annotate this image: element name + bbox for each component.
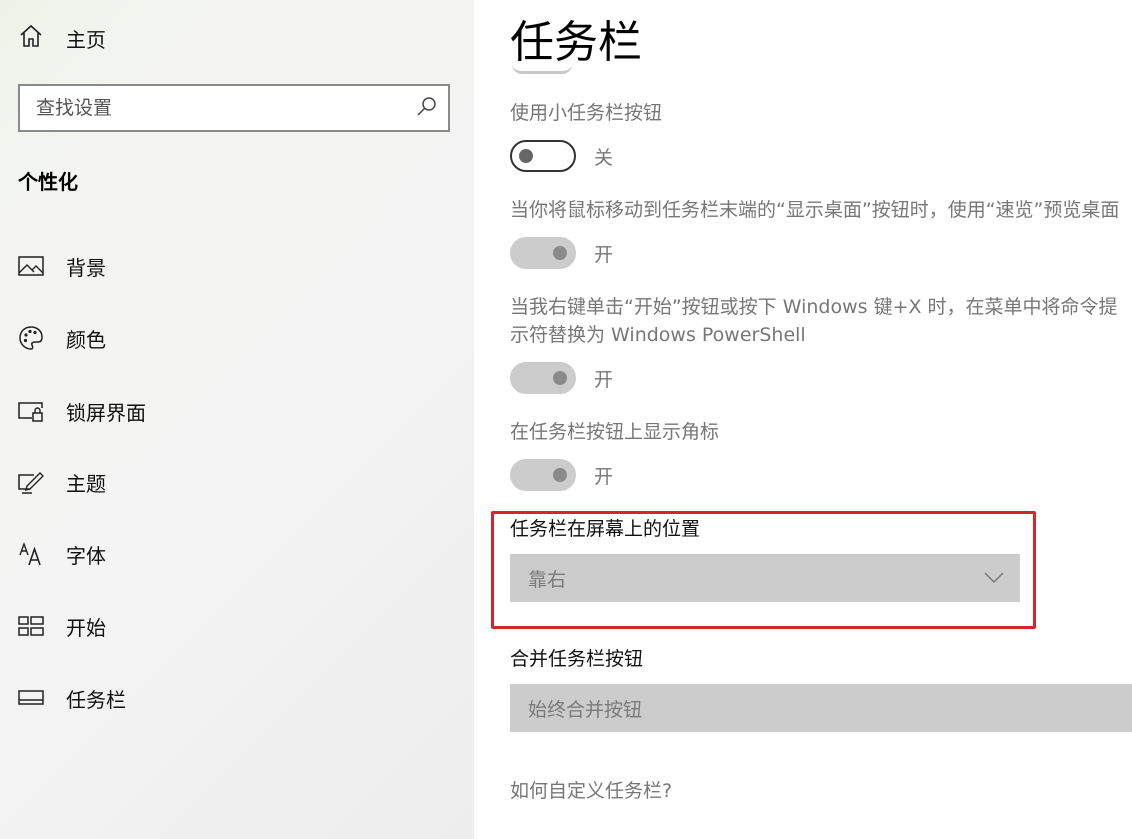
sidebar-item-lock-screen[interactable]: 锁屏界面 [18,391,146,431]
section-title: 个性化 [18,170,78,194]
sidebar-item-label: 开始 [66,615,106,640]
sidebar-item-theme[interactable]: 主题 [18,462,106,502]
position-dropdown-value: 靠右 [528,568,567,591]
sidebar-item-label: 颜色 [66,327,106,352]
search-input[interactable] [36,97,396,119]
position-dropdown[interactable]: 靠右 [510,554,1020,602]
toggle-state-text: 关 [594,146,614,169]
sidebar-item-label: 任务栏 [66,687,126,712]
powershell-label-line2: 示符替换为 Windows PowerShell [510,324,806,346]
toggle-knob [553,468,567,482]
powershell-toggle[interactable] [510,362,576,394]
theme-brush-icon [18,469,44,495]
toggle-knob [553,246,567,260]
sidebar-item-taskbar[interactable]: 任务栏 [18,678,126,718]
page-title: 任务栏 [510,17,642,68]
small-buttons-label: 使用小任务栏按钮 [510,102,663,124]
sidebar-item-label: 背景 [66,255,106,280]
position-label: 任务栏在屏幕上的位置 [510,518,701,540]
powershell-label-line1: 当我右键单击“开始”按钮或按下 Windows 键+X 时，在菜单中将命令提 [510,296,1118,318]
home-nav-item[interactable]: 主页 [18,22,106,54]
sidebar-item-label: 主题 [66,471,106,496]
home-icon [18,23,44,53]
sidebar-item-start[interactable]: 开始 [18,606,106,646]
clipped-toggle-edge [512,64,572,74]
sidebar-item-label: 字体 [66,543,106,568]
toggle-state-text: 开 [594,368,614,391]
sidebar-item-background[interactable]: 背景 [18,246,106,286]
chevron-down-icon [984,569,1004,588]
badges-toggle-row: 开 [510,459,613,491]
search-box[interactable] [18,84,450,132]
start-grid-icon [18,613,44,639]
picture-icon [18,253,44,279]
badges-label: 在任务栏按钮上显示角标 [510,421,720,443]
sidebar: 主页 个性化 背景 颜色 锁屏界面 主题 字体 [0,0,474,839]
peek-label: 当你将鼠标移动到任务栏末端的“显示桌面”按钮时，使用“速览”预览桌面 [510,199,1120,221]
sidebar-item-color[interactable]: 颜色 [18,318,106,358]
toggle-knob [553,371,567,385]
combine-label: 合并任务栏按钮 [510,648,644,670]
sidebar-item-label: 锁屏界面 [66,400,146,425]
small-buttons-toggle[interactable] [510,140,576,172]
search-icon[interactable] [416,95,438,121]
help-link[interactable]: 如何自定义任务栏? [510,776,672,803]
toggle-knob [519,149,533,163]
combine-dropdown-value: 始终合并按钮 [528,698,643,721]
peek-toggle[interactable] [510,237,576,269]
main-content: 任务栏 使用小任务栏按钮 关 当你将鼠标移动到任务栏末端的“显示桌面”按钮时，使… [474,0,1132,839]
taskbar-icon [18,685,44,711]
home-label: 主页 [66,27,106,52]
badges-toggle[interactable] [510,459,576,491]
peek-toggle-row: 开 [510,237,613,269]
palette-icon [18,325,44,351]
combine-dropdown[interactable]: 始终合并按钮 [510,684,1132,732]
toggle-state-text: 开 [594,243,614,266]
toggle-state-text: 开 [594,465,614,488]
font-icon [18,541,44,567]
powershell-toggle-row: 开 [510,362,613,394]
lock-screen-icon [18,398,44,424]
sidebar-item-fonts[interactable]: 字体 [18,534,106,574]
small-buttons-toggle-row: 关 [510,140,613,172]
